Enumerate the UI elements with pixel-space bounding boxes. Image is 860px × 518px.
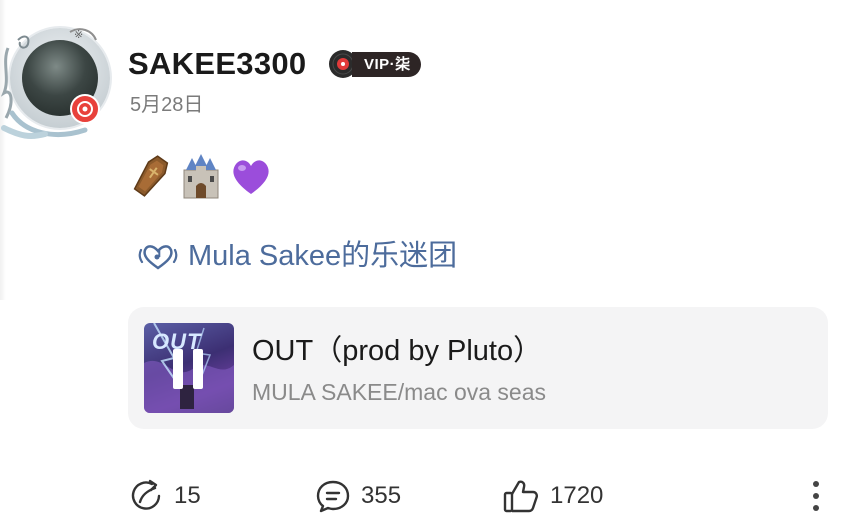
comment-button[interactable]: 355: [315, 474, 401, 518]
fan-group-label: Mula Sakee的乐迷团: [188, 240, 458, 272]
avatar-decoration-icon: ※: [0, 28, 97, 139]
fan-group-link[interactable]: Mula Sakee的乐迷团: [136, 236, 457, 276]
vip-badge[interactable]: VIP·柒: [352, 52, 421, 77]
music-badge-icon: [70, 94, 100, 124]
username[interactable]: SAKEE3300: [128, 44, 306, 84]
album-cover[interactable]: OUT: [144, 323, 234, 413]
comment-icon: [316, 480, 350, 513]
song-title: OUT（prod by Pluto）: [252, 335, 543, 367]
more-dots-icon: [813, 481, 819, 487]
like-count: 1720: [550, 482, 604, 509]
coffin-emoji-icon: [133, 155, 169, 197]
pause-icon-bar: [193, 349, 203, 389]
castle-emoji-icon: [183, 154, 219, 199]
more-dot: [813, 493, 819, 499]
post-date: 5月28日: [130, 94, 204, 116]
avatar[interactable]: ※: [0, 18, 115, 143]
more-dot: [813, 505, 819, 511]
svg-text:※: ※: [74, 28, 83, 41]
purple-heart-emoji-icon: [233, 160, 269, 194]
thumbs-up-icon: [503, 480, 538, 513]
action-bar: 15 355 1720: [0, 474, 860, 518]
pause-button[interactable]: [171, 349, 207, 389]
share-button[interactable]: 15: [128, 474, 201, 518]
more-options-button[interactable]: [806, 474, 826, 518]
share-count: 15: [174, 482, 201, 509]
fan-group-heart-icon: [138, 245, 178, 270]
music-card[interactable]: OUT OUT（prod by Pluto） MULA SAKEE/mac ov…: [128, 307, 828, 429]
pause-icon: [173, 349, 183, 389]
song-artist: MULA SAKEE/mac ova seas: [252, 379, 547, 405]
like-button[interactable]: 1720: [502, 474, 603, 518]
share-icon: [131, 479, 161, 510]
post-emoji-row: [128, 152, 274, 202]
comment-count: 355: [361, 482, 402, 509]
